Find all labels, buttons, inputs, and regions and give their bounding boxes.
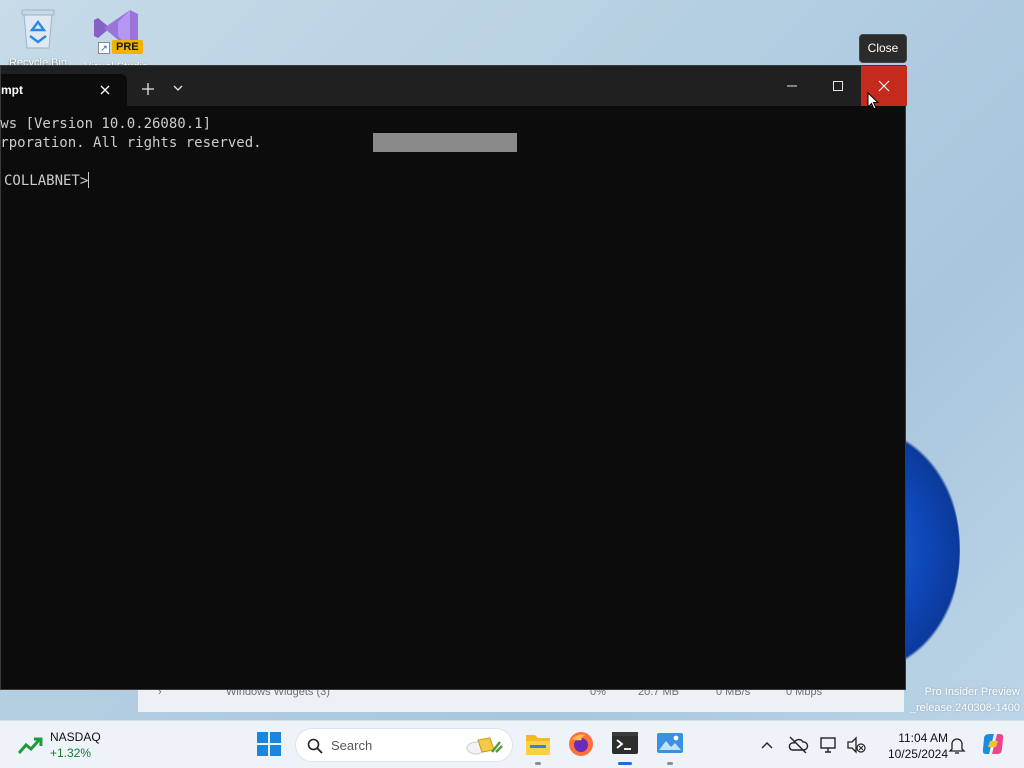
taskbar-clock[interactable]: 11:04 AM 10/25/2024 [872,730,948,762]
tray-volume[interactable] [845,734,867,756]
tab-dropdown-button[interactable] [169,79,187,97]
clock-time: 11:04 AM [898,731,948,745]
search-icon [307,738,323,754]
terminal-output[interactable]: ndows [Version 10.0.26080.1] Corporation… [0,106,905,689]
stock-chart-icon [18,737,43,754]
terminal-line: ndows [Version 10.0.26080.1] [0,116,212,132]
stock-name: NASDAQ [50,730,101,744]
search-highlight-icon [466,737,503,755]
close-tooltip: Close [859,34,907,63]
tray-network[interactable] [818,734,840,756]
notifications-button[interactable] [946,734,968,756]
plus-icon [142,83,154,95]
close-icon [100,85,110,95]
start-button[interactable] [256,731,284,759]
terminal-prompt-line[interactable]: COLLABNET> [4,172,90,191]
minimize-icon [787,85,797,87]
visual-studio-icon: ↗ PRE [90,6,143,58]
prompt-text: COLLABNET> [4,173,89,189]
search-placeholder: Search [331,738,373,753]
mouse-pointer-icon [867,91,880,115]
chevron-down-icon [173,85,183,91]
maximize-icon [833,81,843,91]
firefox-icon [569,732,593,756]
terminal-window[interactable]: mpt ndows [Version 10.0.26080.1] Corpora… [0,65,907,690]
insider-watermark-line2: _release.240308-1400 [909,702,1020,714]
taskbar-terminal[interactable] [612,731,640,759]
maximize-button[interactable] [815,66,861,106]
chevron-up-icon [761,742,773,749]
taskbar-search-box[interactable]: Search [295,728,513,762]
tab-close-button[interactable] [95,81,115,99]
file-explorer-icon [526,735,550,755]
new-tab-button[interactable] [137,78,159,100]
stock-change: +1.32% [50,746,92,760]
clock-date: 10/25/2024 [887,747,948,761]
tray-onedrive[interactable] [787,734,809,756]
network-icon [820,737,836,753]
shortcut-arrow-icon: ↗ [98,42,110,54]
terminal-line: Corporation. All rights reserved. [0,135,262,151]
active-indicator [618,762,632,765]
taskbar-firefox[interactable] [568,731,596,759]
insider-watermark-line1: Pro Insider Preview [924,686,1020,698]
taskbar: NASDAQ +1.32% Search 11:04 AM 10/25/2024 [0,720,1024,768]
tab-title: mpt [1,83,23,97]
volume-muted-icon [847,736,866,754]
desktop-icon-visual-studio[interactable]: ↗ PRE Visual Studio [84,6,148,73]
photos-icon [657,733,683,753]
bell-icon [948,738,966,754]
close-icon [878,80,890,92]
preview-badge: PRE [112,40,143,54]
running-indicator [535,762,541,765]
recycle-bin-icon [18,9,58,54]
copilot-button[interactable] [980,731,1006,757]
minimize-button[interactable] [769,66,815,106]
text-cursor [88,172,90,188]
cloud-off-icon [788,736,809,754]
terminal-tab[interactable]: mpt [1,74,127,106]
start-icon [257,732,281,756]
terminal-titlebar[interactable]: mpt [1,66,907,106]
taskbar-photos[interactable] [656,731,684,759]
redacted-area [373,133,517,152]
show-hidden-icons-button[interactable] [756,734,778,756]
running-indicator [667,762,673,765]
copilot-icon [982,734,1004,754]
desktop-icon-recycle-bin[interactable]: Recycle Bin [6,6,70,69]
terminal-icon [612,732,638,754]
taskbar-file-explorer[interactable] [524,731,552,759]
